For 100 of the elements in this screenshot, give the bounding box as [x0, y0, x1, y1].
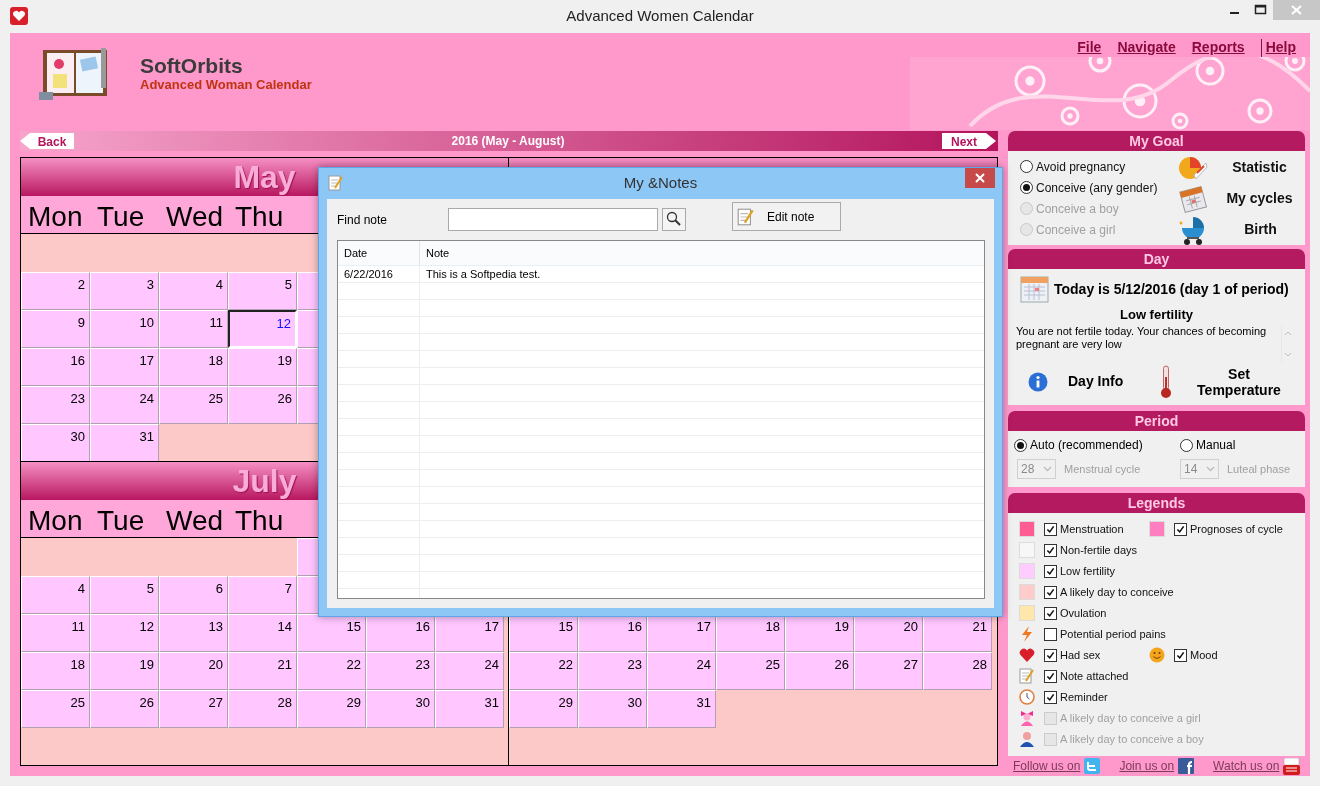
day-cell[interactable]: 27: [854, 651, 923, 690]
day-cell[interactable]: 13: [159, 613, 228, 652]
day-cell[interactable]: 24: [90, 386, 159, 424]
day-cell[interactable]: 25: [716, 651, 785, 690]
day-info-button[interactable]: Day Info: [1020, 371, 1160, 392]
day-cell[interactable]: 21: [228, 651, 297, 690]
menu-item[interactable]: Reports: [1191, 37, 1245, 58]
close-icon[interactable]: [965, 168, 995, 188]
day-cell[interactable]: 31: [647, 689, 716, 728]
weekday-label: Tue: [96, 200, 146, 234]
menu-item[interactable]: Help: [1265, 37, 1296, 58]
cycles-button[interactable]: My cycles: [1168, 183, 1305, 214]
day-cell[interactable]: 26: [785, 651, 854, 690]
weekday-label: Wed: [165, 503, 225, 538]
day-cell[interactable]: 22: [509, 651, 578, 690]
day-cell[interactable]: 6: [159, 575, 228, 614]
menu-item[interactable]: File: [1077, 37, 1102, 58]
social-link[interactable]: Watch us on: [1213, 757, 1280, 775]
menu-item[interactable]: Navigate: [1117, 37, 1176, 58]
day-cell[interactable]: 10: [90, 310, 159, 348]
column-header[interactable]: Date: [338, 241, 420, 265]
edit-note-button[interactable]: Edit note: [732, 202, 841, 231]
legend-label: Menstruation: [1060, 521, 1124, 537]
radio-label: Conceive a boy: [1036, 200, 1119, 218]
video-icon[interactable]: [1283, 757, 1301, 775]
girl-icon: [1019, 710, 1035, 726]
day-cell[interactable]: 11: [159, 310, 228, 348]
brand-name: SoftOrbits: [140, 54, 244, 78]
day-cell[interactable]: 16: [21, 348, 90, 386]
search-icon[interactable]: [662, 208, 686, 231]
day-cell[interactable]: 12: [228, 310, 297, 348]
day-cell[interactable]: 22: [297, 651, 366, 690]
radio-button[interactable]: [1020, 181, 1033, 194]
radio-button[interactable]: [1180, 438, 1193, 452]
checkbox[interactable]: [1044, 543, 1057, 557]
day-cell[interactable]: 28: [923, 651, 992, 690]
checkbox[interactable]: [1044, 627, 1057, 641]
day-cell[interactable]: 4: [159, 272, 228, 310]
checkbox[interactable]: [1044, 690, 1057, 704]
day-cell[interactable]: 24: [435, 651, 504, 690]
column-header[interactable]: Note: [420, 241, 984, 265]
day-cell[interactable]: 9: [21, 310, 90, 348]
day-cell[interactable]: 25: [21, 689, 90, 728]
day-cell[interactable]: 31: [90, 424, 159, 461]
checkbox[interactable]: [1044, 564, 1057, 578]
thermometer-icon: [1160, 364, 1172, 399]
chevron-down-icon: [1043, 466, 1052, 472]
social-link[interactable]: Join us on: [1119, 757, 1175, 775]
day-cell[interactable]: 25: [159, 386, 228, 424]
checkbox[interactable]: [1044, 585, 1057, 599]
day-cell[interactable]: 28: [228, 689, 297, 728]
day-cell[interactable]: 15: [297, 613, 366, 652]
set-temperature-button[interactable]: Set Temperature: [1160, 364, 1284, 399]
day-cell[interactable]: 23: [21, 386, 90, 424]
radio-button[interactable]: [1014, 438, 1027, 452]
checkbox[interactable]: [1044, 606, 1057, 620]
day-cell[interactable]: 29: [509, 689, 578, 728]
day-cell[interactable]: 30: [21, 424, 90, 461]
statistic-button[interactable]: Statistic: [1168, 152, 1305, 183]
weekday-label: Thu: [234, 503, 285, 538]
day-cell[interactable]: 14: [228, 613, 297, 652]
day-cell[interactable]: 3: [90, 272, 159, 310]
day-cell[interactable]: 20: [159, 651, 228, 690]
back-button[interactable]: Back: [20, 133, 74, 149]
day-cell[interactable]: 12: [90, 613, 159, 652]
day-cell[interactable]: 19: [90, 651, 159, 690]
table-cell: 6/22/2016: [338, 266, 420, 282]
day-cell[interactable]: 19: [228, 348, 297, 386]
legend-label: Ovulation: [1060, 605, 1107, 621]
day-cell[interactable]: 4: [21, 575, 90, 614]
day-cell[interactable]: 17: [90, 348, 159, 386]
day-cell[interactable]: 24: [647, 651, 716, 690]
day-cell[interactable]: 26: [228, 386, 297, 424]
day-cell[interactable]: 31: [435, 689, 504, 728]
day-cell[interactable]: 23: [366, 651, 435, 690]
day-cell[interactable]: 26: [90, 689, 159, 728]
day-cell[interactable]: 7: [228, 575, 297, 614]
checkbox[interactable]: [1174, 648, 1187, 662]
day-cell[interactable]: 30: [366, 689, 435, 728]
next-button[interactable]: Next: [942, 133, 996, 149]
checkbox[interactable]: [1044, 648, 1057, 662]
day-cell[interactable]: 5: [228, 272, 297, 310]
day-cell[interactable]: 11: [21, 613, 90, 652]
day-cell[interactable]: 18: [159, 348, 228, 386]
day-cell[interactable]: 27: [159, 689, 228, 728]
day-cell[interactable]: 30: [578, 689, 647, 728]
day-cell[interactable]: 18: [21, 651, 90, 690]
day-cell[interactable]: 2: [21, 272, 90, 310]
checkbox[interactable]: [1044, 669, 1057, 683]
day-cell[interactable]: 23: [578, 651, 647, 690]
day-cell[interactable]: 29: [297, 689, 366, 728]
birth-button[interactable]: Birth: [1168, 214, 1305, 245]
social-link[interactable]: Follow us on: [1013, 757, 1081, 775]
day-cell[interactable]: 5: [90, 575, 159, 614]
radio-button[interactable]: [1020, 160, 1033, 173]
facebook-icon[interactable]: [1178, 758, 1195, 774]
checkbox[interactable]: [1174, 522, 1187, 536]
checkbox[interactable]: [1044, 522, 1057, 536]
scrollbar-icon[interactable]: [1281, 324, 1293, 363]
search-field[interactable]: [448, 208, 658, 231]
